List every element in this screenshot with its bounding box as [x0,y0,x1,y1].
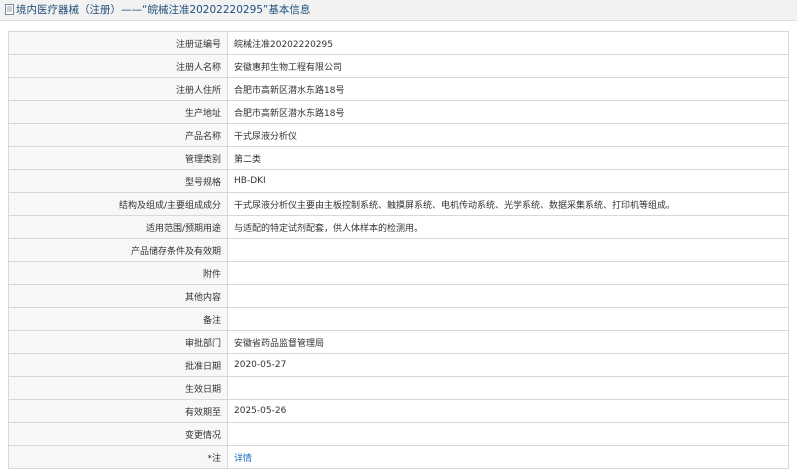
table-row: 产品名称 干式尿液分析仪 [8,123,789,147]
row-value: 安徽省药品监督管理局 [227,330,789,354]
table-row: 结构及组成/主要组成成分 干式尿液分析仪主要由主板控制系统、触摸屏系统、电机传动系… [8,192,789,216]
row-value: 干式尿液分析仪 [227,123,789,147]
table-row: 其他内容 [8,284,789,308]
row-label: 附件 [8,261,228,285]
table-row: 备注 [8,307,789,331]
row-label: 有效期至 [8,399,228,423]
row-label: 管理类别 [8,146,228,170]
table-row: 注册人住所 合肥市高新区潜水东路18号 [8,77,789,101]
row-value: HB-DKI [227,169,789,193]
row-label: 适用范围/预期用途 [8,215,228,239]
row-value [227,376,789,400]
row-value: 合肥市高新区潜水东路18号 [227,77,789,101]
table-row: 有效期至 2025-05-26 [8,399,789,423]
row-label: 注册人名称 [8,54,228,78]
row-value: 皖械注准20202220295 [227,31,789,55]
table-row: 注册证编号 皖械注准20202220295 [8,31,789,55]
note-value: 详情 [227,445,789,469]
document-icon [5,4,14,15]
row-label: 产品储存条件及有效期 [8,238,228,262]
row-value [227,261,789,285]
info-table-container: 注册证编号 皖械注准20202220295 注册人名称 安徽惠邦生物工程有限公司 注… [8,31,789,469]
row-value [227,307,789,331]
note-label: *注 [8,445,228,469]
table-row: 适用范围/预期用途 与适配的特定试剂配套，供人体样本的检测用。 [8,215,789,239]
row-label: 注册人住所 [8,77,228,101]
info-table: 注册证编号 皖械注准20202220295 注册人名称 安徽惠邦生物工程有限公司 注… [8,31,789,469]
row-label: 结构及组成/主要组成成分 [8,192,228,216]
row-value [227,238,789,262]
row-value: 合肥市高新区潜水东路18号 [227,100,789,124]
details-link[interactable]: 详情 [234,454,252,464]
row-value: 第二类 [227,146,789,170]
page-title: 境内医疗器械（注册）——“皖械注准20202220295”基本信息 [16,4,311,16]
table-row: 变更情况 [8,422,789,446]
table-row: 审批部门 安徽省药品监督管理局 [8,330,789,354]
table-row: 注册人名称 安徽惠邦生物工程有限公司 [8,54,789,78]
row-label: 备注 [8,307,228,331]
table-row: 附件 [8,261,789,285]
page-title-bar: 境内医疗器械（注册）——“皖械注准20202220295”基本信息 [0,0,797,21]
row-label: 注册证编号 [8,31,228,55]
row-value [227,422,789,446]
row-value: 2020-05-27 [227,353,789,377]
row-label: 型号规格 [8,169,228,193]
table-row: 产品储存条件及有效期 [8,238,789,262]
row-value: 安徽惠邦生物工程有限公司 [227,54,789,78]
row-value: 2025-05-26 [227,399,789,423]
table-row: 生产地址 合肥市高新区潜水东路18号 [8,100,789,124]
table-row-note: *注 详情 [8,445,789,469]
table-row: 型号规格 HB-DKI [8,169,789,193]
table-row: 生效日期 [8,376,789,400]
row-label: 产品名称 [8,123,228,147]
row-value: 与适配的特定试剂配套，供人体样本的检测用。 [227,215,789,239]
table-row: 批准日期 2020-05-27 [8,353,789,377]
row-label: 批准日期 [8,353,228,377]
row-label: 生产地址 [8,100,228,124]
row-label: 生效日期 [8,376,228,400]
row-label: 变更情况 [8,422,228,446]
row-value [227,284,789,308]
row-label: 审批部门 [8,330,228,354]
row-value: 干式尿液分析仪主要由主板控制系统、触摸屏系统、电机传动系统、光学系统、数据采集系… [227,192,789,216]
table-row: 管理类别 第二类 [8,146,789,170]
row-label: 其他内容 [8,284,228,308]
